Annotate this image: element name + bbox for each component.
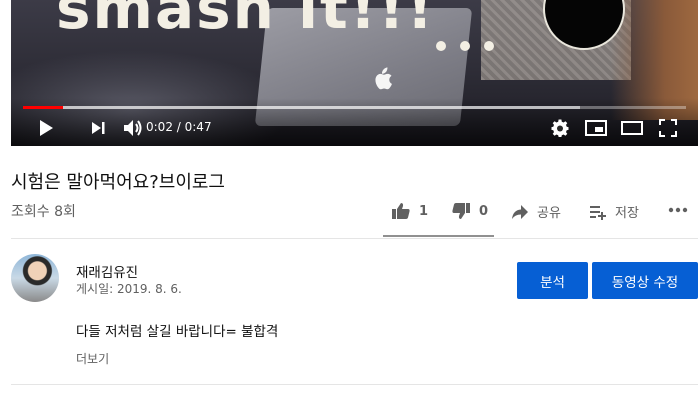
- playlist-add-icon: [590, 205, 606, 220]
- share-label: 공유: [537, 206, 561, 221]
- progress-played: [23, 106, 63, 109]
- miniplayer-icon: [585, 120, 607, 136]
- divider: [11, 384, 698, 385]
- edit-video-button[interactable]: 동영상 수정: [592, 262, 698, 299]
- time-current: 0:02: [146, 120, 173, 134]
- video-player[interactable]: smash it!!! 0:02 / 0:47: [11, 0, 698, 146]
- view-count: 조회수 8회: [11, 204, 76, 220]
- dislike-count: 0: [479, 203, 489, 219]
- sentiment-like-fill: [383, 235, 494, 237]
- progress-buffered: [23, 106, 580, 109]
- theater-button[interactable]: [620, 117, 644, 139]
- channel-name[interactable]: 재래김유진: [76, 261, 138, 281]
- theater-icon: [621, 121, 643, 135]
- video-title: 시험은 말아먹어요?브이로그: [11, 172, 225, 193]
- more-icon: [668, 207, 688, 213]
- divider: [11, 238, 698, 239]
- volume-button[interactable]: [121, 117, 145, 139]
- save-label: 저장: [615, 206, 639, 221]
- play-button[interactable]: [35, 117, 57, 139]
- channel-avatar[interactable]: [11, 254, 59, 302]
- time-total: 0:47: [184, 120, 212, 134]
- thumbs-up-icon: [392, 203, 410, 219]
- next-icon: [92, 122, 105, 134]
- thumbs-down-icon: [452, 203, 470, 219]
- share-button[interactable]: 공유: [511, 202, 561, 221]
- show-more-link[interactable]: 더보기: [76, 350, 109, 367]
- dislike-button[interactable]: 0: [451, 202, 488, 220]
- like-button[interactable]: 1: [391, 202, 428, 220]
- time-display: 0:02 / 0:47: [146, 120, 212, 134]
- play-icon: [40, 120, 53, 136]
- sentiment-bar: [383, 235, 494, 237]
- progress-bar[interactable]: [23, 106, 686, 109]
- volume-icon: [124, 120, 142, 136]
- settings-button[interactable]: [549, 117, 571, 139]
- video-overlay-text: smash it!!!: [56, 0, 436, 42]
- time-separator: /: [172, 120, 185, 134]
- video-description: 다들 저처럼 살길 바랍니다= 불합격: [76, 324, 279, 340]
- save-button[interactable]: 저장: [589, 202, 639, 221]
- publish-date: 게시일: 2019. 8. 6.: [76, 282, 182, 296]
- fullscreen-button[interactable]: [656, 117, 680, 139]
- miniplayer-button[interactable]: [584, 117, 608, 139]
- next-button[interactable]: [87, 117, 109, 139]
- gear-icon: [551, 119, 569, 137]
- share-icon: [512, 204, 528, 219]
- more-actions-button[interactable]: [668, 207, 688, 213]
- fullscreen-icon: [659, 119, 677, 137]
- analytics-button[interactable]: 분석: [517, 262, 588, 299]
- video-overlay-dots: [436, 36, 508, 55]
- like-count: 1: [419, 203, 429, 219]
- apple-logo-icon: [375, 67, 392, 90]
